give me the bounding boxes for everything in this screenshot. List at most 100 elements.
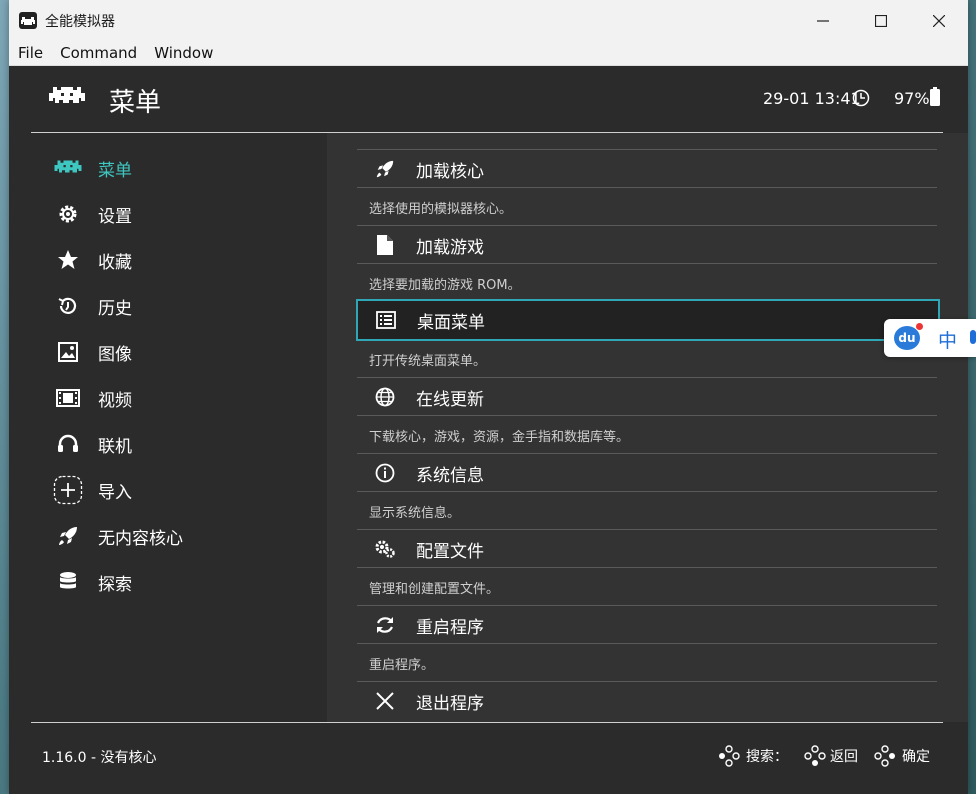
list-item-label: 退出程序 <box>416 694 484 714</box>
close-icon <box>373 689 397 713</box>
list-item-quit[interactable]: 退出程序 <box>357 681 937 720</box>
sidebar-item-label: 设置 <box>98 206 132 227</box>
list-item-desc: 显示系统信息。 <box>369 506 461 521</box>
maximize-icon <box>875 14 887 27</box>
footer-search-hint[interactable]: 搜索： <box>718 745 788 767</box>
sidebar-item-import[interactable]: 导入 <box>53 475 132 505</box>
list-item-desc: 选择使用的模拟器核心。 <box>369 202 513 217</box>
menu-window[interactable]: Window <box>154 44 213 62</box>
ime-toolbar[interactable]: du 中 <box>884 319 976 357</box>
list-item-desc: 管理和创建配置文件。 <box>369 582 500 597</box>
list-item-load-game[interactable]: 加载游戏 <box>357 225 937 264</box>
close-window-button[interactable] <box>910 0 968 41</box>
clock-icon <box>852 89 870 107</box>
ime-edge-indicator <box>970 330 976 344</box>
page-title: 菜单 <box>109 88 162 118</box>
image-icon <box>53 337 83 367</box>
ime-mode-toggle[interactable]: 中 <box>938 326 957 353</box>
list-icon <box>374 308 398 332</box>
version-text: 1.16.0 - 没有核心 <box>42 750 157 766</box>
list-item-desc: 打开传统桌面菜单。 <box>369 354 487 369</box>
history-icon <box>53 291 83 321</box>
info-icon <box>373 461 397 485</box>
sidebar-item-favorites[interactable]: 收藏 <box>53 245 132 275</box>
header: 菜单 29-01 13:41 97% <box>9 65 968 133</box>
headset-icon <box>53 429 83 459</box>
gamepad-buttons-icon <box>804 745 826 766</box>
gamepad-buttons-icon <box>874 745 895 767</box>
sidebar-item-label: 探索 <box>98 574 132 595</box>
gamepad-buttons-icon <box>719 745 740 767</box>
invader-icon <box>53 153 83 183</box>
list-item-desktop-menu[interactable]: 桌面菜单 <box>356 299 940 341</box>
file-icon <box>373 233 397 257</box>
title-bar: 全能模拟器 <box>9 0 968 41</box>
footer-ok-label: 确定 <box>902 749 930 765</box>
list-item-load-core[interactable]: 加载核心 <box>357 149 937 188</box>
sidebar-item-video[interactable]: 视频 <box>53 383 132 413</box>
list-item-restart[interactable]: 重启程序 <box>357 605 937 644</box>
rocket-icon <box>373 157 397 181</box>
footer-back-label: 返回 <box>830 749 858 765</box>
list-item-online-updater[interactable]: 在线更新 <box>357 377 937 416</box>
sidebar-item-label: 导入 <box>98 482 132 503</box>
battery-text: 97% <box>894 89 930 108</box>
list-item-label: 配置文件 <box>416 542 484 562</box>
database-icon <box>53 567 83 597</box>
main-menu-list: 加载核心 选择使用的模拟器核心。 加载游戏 选择要加载的游戏 ROM。 桌面菜单… <box>327 133 968 722</box>
list-item-desc: 选择要加载的游戏 ROM。 <box>369 278 521 293</box>
list-item-label: 系统信息 <box>416 466 484 486</box>
sidebar-item-explore[interactable]: 探索 <box>53 567 132 597</box>
globe-icon <box>373 385 397 409</box>
menu-bar: File Command Window <box>9 41 968 66</box>
battery-icon <box>930 87 940 106</box>
menu-command[interactable]: Command <box>60 44 137 62</box>
list-item-label: 加载核心 <box>416 162 484 182</box>
gears-icon <box>373 537 397 561</box>
clock-text: 29-01 13:41 <box>763 89 861 108</box>
sidebar-item-images[interactable]: 图像 <box>53 337 132 367</box>
list-item-label: 加载游戏 <box>416 238 484 258</box>
star-icon <box>53 245 83 275</box>
refresh-icon <box>373 613 397 637</box>
footer-back-hint[interactable]: 返回 <box>804 745 858 767</box>
sidebar-item-label: 收藏 <box>98 252 132 273</box>
row-divider <box>357 643 937 681</box>
close-icon <box>933 14 945 27</box>
sidebar-item-history[interactable]: 历史 <box>53 291 132 321</box>
list-item-system-info[interactable]: 系统信息 <box>357 453 937 492</box>
list-item-label: 在线更新 <box>416 390 484 410</box>
list-item-desc: 下载核心，游戏，资源，金手指和数据库等。 <box>369 430 630 445</box>
footer-divider <box>31 722 943 723</box>
menu-file[interactable]: File <box>18 44 43 62</box>
list-item-desc: 重启程序。 <box>369 658 435 673</box>
minimize-icon <box>817 19 829 22</box>
notification-dot <box>916 323 923 330</box>
window-title: 全能模拟器 <box>45 14 115 30</box>
film-icon <box>53 383 83 413</box>
app-logo-icon <box>19 12 37 29</box>
sidebar: 菜单 设置 收藏 历史 图像 视频 联机 导入 无内容核心 探索 <box>9 133 327 722</box>
sidebar-item-label: 无内容核心 <box>98 528 183 549</box>
minimize-button[interactable] <box>794 0 852 41</box>
baidu-ime-icon: du <box>894 326 920 350</box>
rocket-icon <box>53 521 83 551</box>
app-window: 全能模拟器 File Command Window 菜单 29-01 13:41… <box>9 0 968 794</box>
list-item-label: 重启程序 <box>416 618 484 638</box>
sidebar-item-label: 视频 <box>98 390 132 411</box>
maximize-button[interactable] <box>852 0 910 41</box>
sidebar-item-label: 历史 <box>98 298 132 319</box>
sidebar-item-settings[interactable]: 设置 <box>53 199 132 229</box>
gear-icon <box>53 199 83 229</box>
plus-icon <box>53 475 83 505</box>
sidebar-item-label: 图像 <box>98 344 132 365</box>
list-item-label: 桌面菜单 <box>417 313 485 333</box>
sidebar-item-contentless-cores[interactable]: 无内容核心 <box>53 521 183 551</box>
footer-ok-hint[interactable]: 确定 <box>874 745 930 767</box>
sidebar-item-label: 联机 <box>98 436 132 457</box>
list-item-config-files[interactable]: 配置文件 <box>357 529 937 568</box>
invader-logo-icon <box>49 87 85 103</box>
sidebar-item-netplay[interactable]: 联机 <box>53 429 132 459</box>
sidebar-item-menu[interactable]: 菜单 <box>53 153 132 183</box>
sidebar-item-label: 菜单 <box>98 160 132 181</box>
